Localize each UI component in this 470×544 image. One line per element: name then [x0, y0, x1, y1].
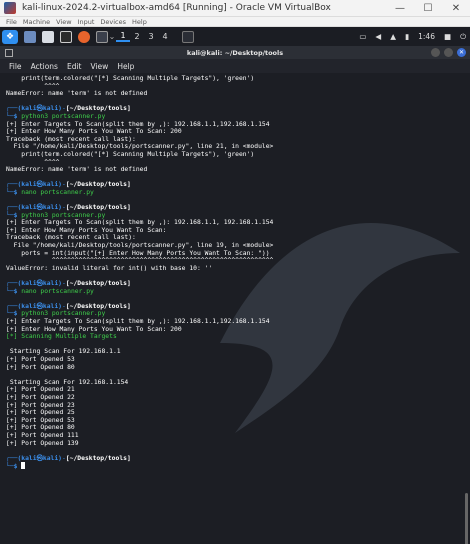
output-line: [+] Port Opened 53 [6, 416, 75, 424]
output-line: [+] Port Opened 53 [6, 355, 75, 363]
output-line: ports = int(input("[+] Enter How Many Po… [6, 249, 270, 257]
terminal-menu-actions[interactable]: Actions [31, 62, 58, 71]
vbox-menubar: File Machine View Input Devices Help [0, 17, 470, 27]
window-controls: — ☐ ✕ [386, 0, 470, 17]
command-line: └─$ python3 portscanner.py [6, 112, 106, 120]
prompt-line: ┌──(kali㉿kali)-[~/Desktop/tools] [6, 181, 131, 189]
workspace-1[interactable]: 1 [116, 31, 130, 42]
command-line: └─$ [6, 462, 464, 470]
virtualbox-app-icon [4, 2, 16, 14]
output-line: [+] Port Opened 21 [6, 386, 75, 394]
output-line: Starting Scan For 192.168.1.154 [6, 378, 129, 386]
command-line: └─$ nano portscanner.py [6, 287, 94, 295]
output-line: File "/home/kali/Desktop/tools/portscann… [6, 143, 274, 151]
firefox-icon[interactable] [78, 30, 90, 43]
power-icon[interactable]: ⏻ [460, 32, 466, 42]
output-line: [*] Scanning Multiple Targets [6, 333, 117, 341]
notification-bell-icon[interactable]: ▲ [390, 32, 396, 41]
output-line: Traceback (most recent call last): [6, 135, 136, 143]
output-line: ^^^^ [6, 158, 60, 166]
output-line: [+] Enter How Many Ports You Want To Sca… [6, 128, 182, 136]
output-line: [+] Port Opened 80 [6, 363, 75, 371]
maximize-button[interactable]: ☐ [414, 0, 442, 17]
window-title: kali-linux-2024.2-virtualbox-amd64 [Runn… [22, 3, 331, 13]
output-line: print(term.colored("[*] Scanning Multipl… [6, 150, 255, 158]
output-line: File "/home/kali/Desktop/tools/portscann… [6, 242, 274, 250]
file-manager-icon[interactable] [42, 30, 54, 43]
output-line: [+] Port Opened 23 [6, 401, 75, 409]
workspace-3[interactable]: 3 [144, 32, 158, 41]
terminal-title: kali@kali: ~/Desktop/tools [186, 48, 284, 57]
menu-view[interactable]: View [56, 18, 71, 26]
terminal-window: kali@kali: ~/Desktop/tools ✕ File Action… [0, 46, 470, 544]
clock[interactable]: 1:46 [418, 32, 435, 41]
terminal-menu-view[interactable]: View [91, 62, 109, 71]
workspace-2[interactable]: 2 [130, 32, 144, 41]
output-line: Starting Scan For 192.168.1.1 [6, 348, 121, 356]
menu-devices[interactable]: Devices [100, 18, 126, 26]
workspace-4[interactable]: 4 [158, 32, 172, 41]
terminal-menu-file[interactable]: File [9, 62, 22, 71]
prompt-line: ┌──(kali㉿kali)-[~/Desktop/tools] [6, 280, 131, 288]
chevron-down-icon[interactable]: ⌄ [108, 32, 116, 41]
output-line: [+] Enter Targets To Scan(split them by … [6, 219, 274, 227]
terminal-menubar: File Actions Edit View Help [0, 59, 470, 73]
output-line: [+] Enter How Many Ports You Want To Sca… [6, 226, 167, 234]
terminal-menu-edit[interactable]: Edit [67, 62, 82, 71]
output-line: [+] Enter Targets To Scan(split them by … [6, 318, 270, 325]
output-line: [+] Port Opened 22 [6, 393, 75, 401]
prompt-line: ┌──(kali㉿kali)-[~/Desktop/tools] [6, 454, 131, 462]
prompt-line: ┌──(kali㉿kali)-[~/Desktop/tools] [6, 204, 131, 212]
command-line: └─$ python3 portscanner.py [6, 211, 106, 219]
command-line: └─$ nano portscanner.py [6, 188, 94, 196]
minimize-button[interactable]: — [386, 0, 414, 17]
terminal-icon[interactable] [60, 30, 72, 43]
menu-file[interactable]: File [6, 18, 17, 26]
terminal-menu-help[interactable]: Help [117, 62, 134, 71]
output-line: [+] Port Opened 25 [6, 409, 75, 417]
prompt-line: ┌──(kali㉿kali)-[~/Desktop/tools] [6, 105, 131, 113]
lock-icon[interactable]: ■ [444, 32, 451, 41]
taskbar-terminal-icon[interactable] [182, 30, 194, 43]
terminal-maximize-button[interactable] [444, 48, 453, 57]
vbox-titlebar: kali-linux-2024.2-virtualbox-amd64 [Runn… [0, 0, 470, 17]
text-cursor [21, 462, 26, 470]
show-desktop-icon[interactable] [24, 30, 36, 43]
output-line: [+] Port Opened 80 [6, 424, 75, 432]
menu-input[interactable]: Input [78, 18, 95, 26]
output-line: [+] Enter Targets To Scan(split them by … [6, 120, 270, 128]
terminal-titlebar: kali@kali: ~/Desktop/tools ✕ [0, 46, 470, 59]
close-button[interactable]: ✕ [442, 0, 470, 17]
output-line: ^^^^^^^^^^^^^^^^^^^^^^^^^^^^^^^^^^^^^^^^… [6, 257, 274, 265]
menu-machine[interactable]: Machine [23, 18, 50, 26]
output-line: print(term.colored("[*] Scanning Multipl… [6, 75, 255, 82]
menu-help[interactable]: Help [132, 18, 147, 26]
terminal-minimize-button[interactable] [431, 48, 440, 57]
kali-menu-icon[interactable]: ❖ [2, 29, 18, 44]
output-line: [+] Enter How Many Ports You Want To Sca… [6, 325, 182, 333]
battery-icon[interactable]: ▮ [405, 32, 409, 41]
output-line: [+] Port Opened 139 [6, 439, 79, 447]
terminal-scrollbar[interactable] [465, 493, 468, 544]
volume-icon[interactable]: ◀ [375, 32, 381, 41]
terminal-close-button[interactable]: ✕ [457, 48, 466, 57]
terminal-output[interactable]: print(term.colored("[*] Scanning Multipl… [0, 73, 470, 544]
kali-top-panel: ❖ ⌄ 1 2 3 4 ▭ ◀ ▲ ▮ 1:46 ■ ⏻ [0, 27, 470, 46]
output-line: ^^^^ [6, 82, 60, 90]
command-line: └─$ python3 portscanner.py [6, 310, 106, 318]
output-line: [+] Port Opened 111 [6, 431, 79, 439]
output-line: Traceback (most recent call last): [6, 234, 136, 242]
output-line: NameError: name 'term' is not defined [6, 166, 148, 174]
output-line: NameError: name 'term' is not defined [6, 90, 148, 98]
output-line: ValueError: invalid literal for int() wi… [6, 264, 213, 272]
screen-icon[interactable]: ▭ [359, 32, 366, 41]
terminal-launcher-icon[interactable] [96, 30, 108, 43]
